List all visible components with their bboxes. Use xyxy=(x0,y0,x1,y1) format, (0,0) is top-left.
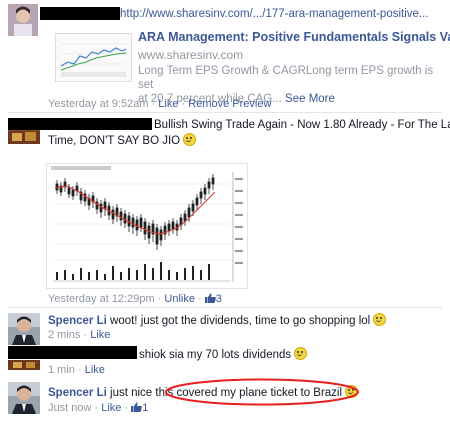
smiley-icon xyxy=(294,347,308,360)
link-preview-desc-line1: Long Term EPS Growth & CAGRLong term EPS… xyxy=(138,65,434,91)
redacted-name xyxy=(8,346,137,359)
red-annotation-circle xyxy=(165,378,359,406)
remove-preview-link[interactable]: Remove Preview xyxy=(188,98,271,110)
post1-timestamp[interactable]: Yesterday at 9:52am xyxy=(48,98,149,110)
post2-text-line1: Bullish Swing Trade Again - Now 1.80 Alr… xyxy=(154,119,450,131)
post2-text-line2: Time, DON'T SAY BO JIO xyxy=(48,133,448,149)
post2-meta: Yesterday at 12:29pm · Unlike · 3 xyxy=(48,293,222,305)
like-count-button[interactable]: 3 xyxy=(204,293,222,305)
comment-timestamp[interactable]: 2 mins xyxy=(48,329,80,341)
like-link[interactable]: Like xyxy=(85,364,105,376)
thumbs-up-icon xyxy=(131,402,143,412)
divider xyxy=(8,112,442,113)
separator: · xyxy=(181,98,186,110)
redacted-name xyxy=(40,7,120,20)
thumbs-up-icon xyxy=(204,293,216,303)
see-more-link[interactable]: See More xyxy=(285,93,335,105)
post2-text-line2-text: Time, DON'T SAY BO JIO xyxy=(48,135,181,147)
like-count: 3 xyxy=(215,293,222,305)
avatar[interactable] xyxy=(8,382,40,414)
comment-text: shiok sia my 70 lots dividends xyxy=(139,349,292,361)
comment-1-meta: 2 mins · Like xyxy=(48,329,110,341)
link-preview-domain: www.sharesinv.com xyxy=(138,48,244,62)
separator: · xyxy=(124,402,129,414)
comment-text: woot! just got the dividends, time to go… xyxy=(110,315,371,327)
link-preview-thumbnail[interactable] xyxy=(55,33,132,82)
shared-url[interactable]: http://www.sharesinv.com/.../177-ara-man… xyxy=(120,8,450,20)
post1-meta: Yesterday at 9:52am · Like · Remove Prev… xyxy=(48,98,271,110)
post2-timestamp[interactable]: Yesterday at 12:29pm xyxy=(48,293,155,305)
comment-timestamp[interactable]: 1 min xyxy=(48,364,75,376)
smiley-icon xyxy=(373,313,387,326)
avatar[interactable] xyxy=(8,4,38,36)
like-count: 1 xyxy=(142,402,149,414)
like-link[interactable]: Like xyxy=(101,402,121,414)
comment-timestamp[interactable]: Just now xyxy=(48,402,91,414)
stock-chart-image[interactable] xyxy=(46,163,248,289)
stock-chart-svg xyxy=(47,164,247,288)
like-link[interactable]: Like xyxy=(90,329,110,341)
separator: · xyxy=(83,329,88,341)
separator: · xyxy=(157,293,162,305)
like-link[interactable]: Like xyxy=(158,98,178,110)
comment-2-meta: 1 min · Like xyxy=(48,364,105,376)
like-count-button[interactable]: 1 xyxy=(131,402,148,414)
comment-3-meta: Just now · Like · 1 xyxy=(48,402,148,414)
separator: · xyxy=(77,364,82,376)
avatar[interactable] xyxy=(8,360,40,370)
post2-text: Bullish Swing Trade Again - Now 1.80 Alr… xyxy=(48,118,450,149)
avatar[interactable] xyxy=(8,313,40,345)
separator: · xyxy=(94,402,99,414)
link-preview-title[interactable]: ARA Management: Positive Fundamentals Si… xyxy=(138,30,450,44)
comment-1: Spencer Li woot! just got the dividends,… xyxy=(48,313,448,327)
smiley-icon xyxy=(183,133,197,146)
divider xyxy=(8,307,442,308)
comment-author[interactable]: Spencer Li xyxy=(48,387,107,399)
shared-url-text[interactable]: http://www.sharesinv.com/.../177-ara-man… xyxy=(120,8,429,20)
comment-2: shiok sia my 70 lots dividends xyxy=(139,347,308,361)
unlike-link[interactable]: Unlike xyxy=(164,293,195,305)
separator: · xyxy=(151,98,156,110)
separator: · xyxy=(198,293,202,305)
comment-author[interactable]: Spencer Li xyxy=(48,315,107,327)
